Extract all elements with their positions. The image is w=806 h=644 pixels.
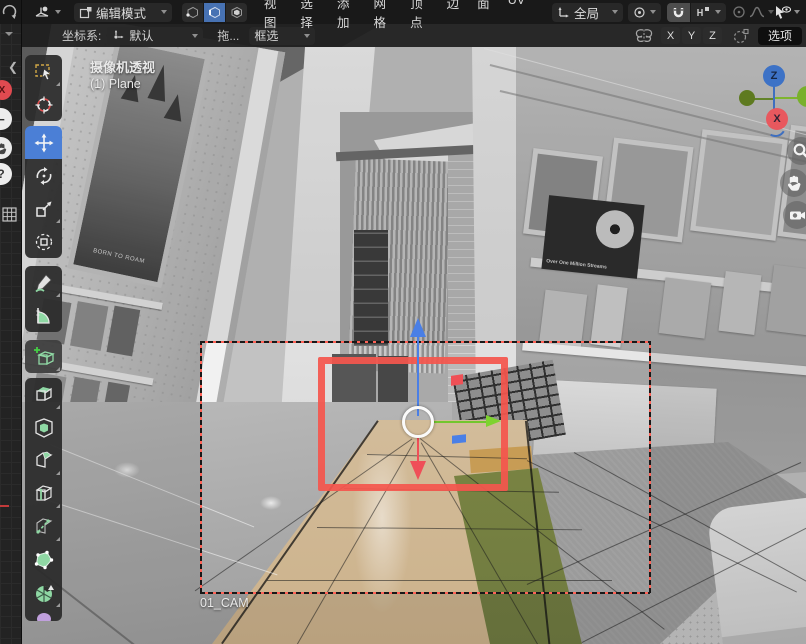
- visibility-group[interactable]: [774, 5, 800, 20]
- passepartout-bottom: [22, 593, 806, 644]
- 3d-viewport[interactable]: BORN TO ROAM: [22, 24, 806, 644]
- collapse-arrow-icon[interactable]: ❮: [8, 60, 18, 74]
- mirror-y-toggle[interactable]: Y: [682, 27, 701, 44]
- axis-x-ball-icon[interactable]: X: [0, 80, 12, 100]
- mirror-x-toggle[interactable]: X: [661, 27, 680, 44]
- menu-uv[interactable]: UV: [499, 0, 534, 31]
- gizmo-y-arrowhead[interactable]: [410, 461, 426, 480]
- drag-label: 拖...: [217, 27, 239, 44]
- snap-group: [667, 3, 726, 22]
- snap-magnet-icon: [672, 6, 685, 19]
- menu-vertex[interactable]: 顶点: [401, 0, 438, 31]
- gizmo-x-axis-line[interactable]: [434, 421, 486, 424]
- zoom-out-icon[interactable]: −: [0, 108, 12, 130]
- snap-target-icon: [696, 6, 711, 19]
- edge-select-button[interactable]: [204, 3, 225, 22]
- tool-move[interactable]: [25, 126, 62, 159]
- snap-toggle-button[interactable]: [667, 3, 690, 22]
- gizmo-plane-handle-red[interactable]: [451, 374, 463, 386]
- 3d-viewport-editor-icon: [35, 5, 51, 19]
- edit-mode-icon: [79, 6, 92, 19]
- tool-poly-build[interactable]: [25, 543, 62, 576]
- tool-bevel[interactable]: [25, 444, 62, 477]
- active-object-label: (1) Plane: [90, 77, 141, 91]
- nav-z-label: Z: [771, 70, 778, 82]
- pivot-point-icon: [633, 6, 646, 19]
- chevron-down-icon[interactable]: [5, 32, 13, 36]
- camera-name-label: 01_CAM: [200, 596, 249, 610]
- cursor-visibility-icon: [774, 5, 791, 20]
- butterfly-symmetry-icon[interactable]: [634, 28, 654, 43]
- tool-annotate[interactable]: [25, 266, 62, 299]
- face-select-button[interactable]: [226, 3, 247, 22]
- tool-scale[interactable]: [25, 192, 62, 225]
- gizmo-plane-handle-blue[interactable]: [452, 434, 466, 443]
- coordinate-system-label: 坐标系:: [62, 27, 101, 44]
- pan-hand-icon[interactable]: [780, 169, 806, 197]
- menu-face[interactable]: 面: [468, 0, 499, 31]
- tool-knife[interactable]: [25, 510, 62, 543]
- menu-mesh[interactable]: 网格: [365, 0, 402, 31]
- menu-bar: 视图 选择 添加 网格 顶点 边 面 UV: [255, 0, 534, 31]
- pan-hand-icon[interactable]: [0, 137, 12, 159]
- snap-target-selector[interactable]: [691, 3, 726, 22]
- question-icon[interactable]: ?: [0, 163, 12, 185]
- tool-inset-faces[interactable]: [25, 411, 62, 444]
- neighbor-editor-edge: ❮ X − ?: [0, 0, 22, 644]
- proportional-editing-icon[interactable]: [732, 5, 746, 19]
- menu-add[interactable]: 添加: [328, 0, 365, 31]
- coordinate-system-value: 默认: [129, 27, 188, 44]
- neighbor-editor-header: [0, 0, 22, 24]
- camera-view-icon[interactable]: [783, 201, 806, 229]
- proportional-group: [732, 5, 774, 19]
- tool-shelf: [25, 55, 62, 621]
- mode-label: 编辑模式: [96, 3, 157, 22]
- nav-axis-z-ball[interactable]: Z: [763, 65, 785, 87]
- tool-cursor[interactable]: [25, 88, 62, 121]
- tool-measure[interactable]: [25, 299, 62, 332]
- nav-axis-y-neg-ball[interactable]: [739, 90, 755, 106]
- cursor-axes-icon: [112, 29, 125, 42]
- options-button[interactable]: 选项: [758, 27, 802, 45]
- proportional-connected-icon[interactable]: [732, 28, 750, 44]
- gizmo-x-arrowhead[interactable]: [486, 415, 501, 427]
- gizmo-center-circle[interactable]: [402, 406, 434, 438]
- tool-extrude-region[interactable]: [25, 378, 62, 411]
- passepartout-right: [650, 341, 806, 593]
- vertex-select-button[interactable]: [182, 3, 203, 22]
- mesh-select-mode-group: [182, 3, 247, 22]
- transform-orientation-selector[interactable]: 全局: [552, 3, 623, 22]
- nav-x-label: X: [773, 113, 780, 125]
- timeline-marker: [0, 505, 9, 507]
- orientation-label: 全局: [574, 3, 608, 22]
- pivot-point-selector[interactable]: [628, 3, 661, 22]
- tool-select-box[interactable]: [25, 55, 62, 88]
- viewport-header: 编辑模式 视图 选择 添加 网格 顶点 边 面 UV 全局: [22, 0, 806, 24]
- tool-spin[interactable]: [25, 576, 62, 609]
- gizmo-y-axis-line[interactable]: [417, 437, 420, 461]
- nav-axis-x-ball[interactable]: X: [766, 108, 788, 130]
- menu-view[interactable]: 视图: [255, 0, 292, 31]
- mode-selector[interactable]: 编辑模式: [74, 3, 172, 22]
- options-label: 选项: [768, 27, 792, 44]
- mirror-z-toggle[interactable]: Z: [703, 27, 722, 44]
- grid-view-icon[interactable]: [2, 207, 18, 223]
- tool-smooth[interactable]: [25, 609, 62, 621]
- blender-window: BORN TO ROAM: [0, 0, 806, 644]
- tool-loop-cut[interactable]: [25, 477, 62, 510]
- tool-rotate[interactable]: [25, 159, 62, 192]
- tool-add-cube[interactable]: [25, 340, 62, 373]
- view-mode-label: 摄像机透视: [90, 57, 155, 76]
- nav-z-line: [773, 86, 775, 110]
- menu-select[interactable]: 选择: [291, 0, 328, 31]
- menu-edge[interactable]: 边: [438, 0, 469, 31]
- editor-type-selector[interactable]: [30, 3, 66, 22]
- orientation-global-icon: [557, 6, 570, 19]
- coordinate-system-selector[interactable]: 默认: [107, 27, 203, 45]
- gizmo-z-axis-line[interactable]: [417, 336, 420, 416]
- proportional-falloff-icon[interactable]: [749, 5, 765, 19]
- orbit-icon[interactable]: [1, 3, 18, 20]
- gizmo-z-arrowhead[interactable]: [410, 318, 426, 337]
- tool-transform[interactable]: [25, 225, 62, 258]
